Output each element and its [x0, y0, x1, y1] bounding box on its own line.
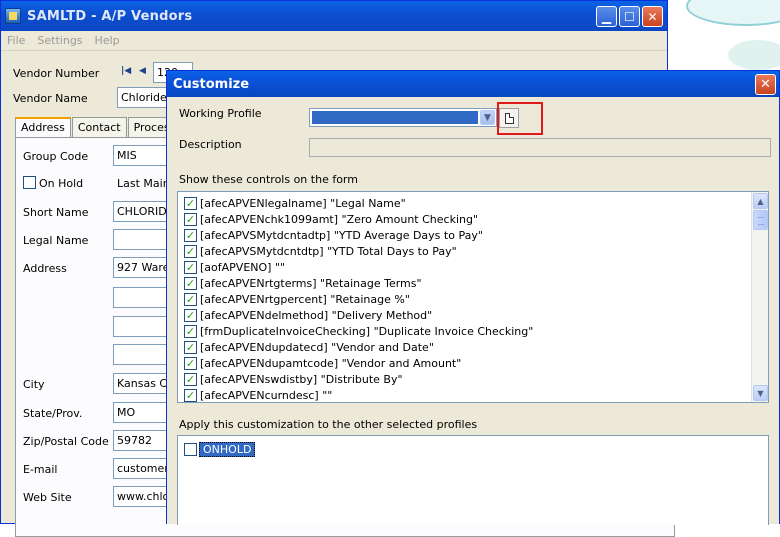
minimize-button[interactable]: ▁: [596, 6, 617, 27]
checked-checkbox[interactable]: ✓: [184, 324, 197, 338]
city-field[interactable]: Kansas Cit: [113, 373, 173, 394]
checked-checkbox[interactable]: ✓: [184, 212, 197, 226]
list-item[interactable]: ✓ [afecAPVENswdistby] "Distribute By": [184, 371, 403, 387]
checked-checkbox[interactable]: ✓: [184, 196, 197, 210]
list-item[interactable]: ✓ [afecAPVENchk1099amt] "Zero Amount Chec…: [184, 211, 478, 227]
legal-name-label: Legal Name: [23, 234, 89, 247]
first-record-icon[interactable]: |◀: [121, 66, 133, 78]
on-hold-label: On Hold: [39, 177, 84, 190]
annotation-highlight-box: [497, 102, 543, 135]
city-label: City: [23, 378, 45, 391]
vendor-number-label: Vendor Number: [13, 67, 100, 80]
checked-checkbox[interactable]: ✓: [184, 372, 197, 386]
controls-list[interactable]: ✓ [afecAPVENlegalname] "Legal Name" ✓ [afe…: [177, 191, 769, 403]
app-icon: [5, 8, 21, 24]
list-item[interactable]: ✓ [aofAPVENO] "": [184, 259, 285, 275]
zip-label: Zip/Postal Code: [23, 435, 109, 448]
list-item[interactable]: ✓ [afecAPVSMytdcntdtp] "YTD Total Days to…: [184, 243, 457, 259]
desktop-background: [668, 0, 780, 80]
list-item[interactable]: ✓ [afecAPVENdelmethod] "Delivery Method": [184, 307, 432, 323]
ap-vendors-titlebar[interactable]: SAMLTD - A/P Vendors ▁ ☐ ✕: [1, 1, 667, 31]
window-title: SAMLTD - A/P Vendors: [27, 8, 193, 24]
apply-profiles-label: Apply this customization to the other se…: [179, 418, 478, 431]
group-code-label: Group Code: [23, 150, 89, 163]
profile-onhold-label: ONHOLD: [199, 442, 256, 457]
checked-checkbox[interactable]: ✓: [184, 228, 197, 242]
list-item[interactable]: ✓ [afecAPVENrtgterms] "Retainage Terms": [184, 275, 422, 291]
address-line1-field[interactable]: 927 Wareh: [113, 257, 173, 278]
checked-checkbox[interactable]: ✓: [184, 244, 197, 258]
group-code-field[interactable]: MIS: [113, 145, 173, 166]
previous-record-icon[interactable]: ◀: [139, 66, 151, 78]
tab-contact[interactable]: Contact: [71, 117, 127, 137]
list-item[interactable]: ONHOLD: [184, 442, 256, 457]
menu-file[interactable]: File: [7, 34, 25, 47]
address-line3-field[interactable]: [113, 316, 173, 337]
list-item[interactable]: ✓ [frmDuplicateInvoiceChecking] "Duplicat…: [184, 323, 533, 339]
dialog-title: Customize: [173, 76, 250, 92]
checked-checkbox[interactable]: ✓: [184, 308, 197, 322]
menu-bar: File Settings Help: [1, 31, 667, 51]
customize-dialog: Customize ✕ Working Profile ▼ Descriptio…: [166, 70, 780, 525]
description-field[interactable]: [309, 138, 771, 157]
website-label: Web Site: [23, 491, 72, 504]
state-label: State/Prov.: [23, 407, 83, 420]
on-hold-checkbox[interactable]: [23, 176, 36, 189]
profiles-list[interactable]: ONHOLD: [177, 435, 769, 525]
checked-checkbox[interactable]: ✓: [184, 356, 197, 370]
checked-checkbox[interactable]: ✓: [184, 340, 197, 354]
description-label: Description: [179, 138, 242, 151]
short-name-label: Short Name: [23, 206, 89, 219]
legal-name-field[interactable]: [113, 229, 173, 250]
list-item[interactable]: ✓ [afecAPVENdupdatecd] "Vendor and Date": [184, 339, 434, 355]
list-item[interactable]: ✓ [afecAPVENcurndesc] "": [184, 387, 332, 402]
address-line4-field[interactable]: [113, 344, 173, 365]
checked-checkbox[interactable]: ✓: [184, 260, 197, 274]
close-button[interactable]: ✕: [642, 6, 663, 27]
list-item[interactable]: ✓ [afecAPVENlegalname] "Legal Name": [184, 195, 406, 211]
working-profile-label: Working Profile: [179, 107, 262, 120]
checked-checkbox[interactable]: ✓: [184, 388, 197, 402]
scroll-down-icon[interactable]: ▼: [753, 385, 768, 401]
customize-titlebar[interactable]: Customize: [167, 71, 779, 97]
website-field[interactable]: www.chlor: [113, 486, 173, 507]
scroll-thumb[interactable]: [753, 210, 768, 230]
dialog-close-button[interactable]: ✕: [755, 74, 776, 95]
tab-address[interactable]: Address: [15, 117, 71, 137]
state-field[interactable]: MO: [113, 402, 173, 423]
checked-checkbox[interactable]: ✓: [184, 292, 197, 306]
checked-checkbox[interactable]: ✓: [184, 276, 197, 290]
vendor-name-label: Vendor Name: [13, 92, 88, 105]
maximize-button[interactable]: ☐: [619, 6, 640, 27]
email-label: E-mail: [23, 463, 58, 476]
list-item[interactable]: ✓ [afecAPVENrtgpercent] "Retainage %": [184, 291, 410, 307]
menu-settings[interactable]: Settings: [37, 34, 82, 47]
zip-field[interactable]: 59782: [113, 430, 173, 451]
list-item[interactable]: ✓ [afecAPVENdupamtcode] "Vendor and Amoun…: [184, 355, 461, 371]
menu-help[interactable]: Help: [95, 34, 120, 47]
controls-label: Show these controls on the form: [179, 173, 358, 186]
address-label: Address: [23, 262, 67, 275]
email-field[interactable]: customer_: [113, 458, 173, 479]
short-name-field[interactable]: CHLORIDE: [113, 201, 173, 222]
unchecked-checkbox[interactable]: [184, 443, 197, 456]
working-profile-select[interactable]: ▼: [309, 108, 497, 127]
chevron-down-icon[interactable]: ▼: [480, 110, 495, 125]
address-line2-field[interactable]: [113, 287, 173, 308]
selected-profile-highlight: [312, 111, 478, 124]
scroll-up-icon[interactable]: ▲: [753, 193, 768, 209]
list-item[interactable]: ✓ [afecAPVSMytdcntadtp] "YTD Average Days…: [184, 227, 483, 243]
controls-scrollbar[interactable]: ▲ ▼: [751, 192, 768, 402]
